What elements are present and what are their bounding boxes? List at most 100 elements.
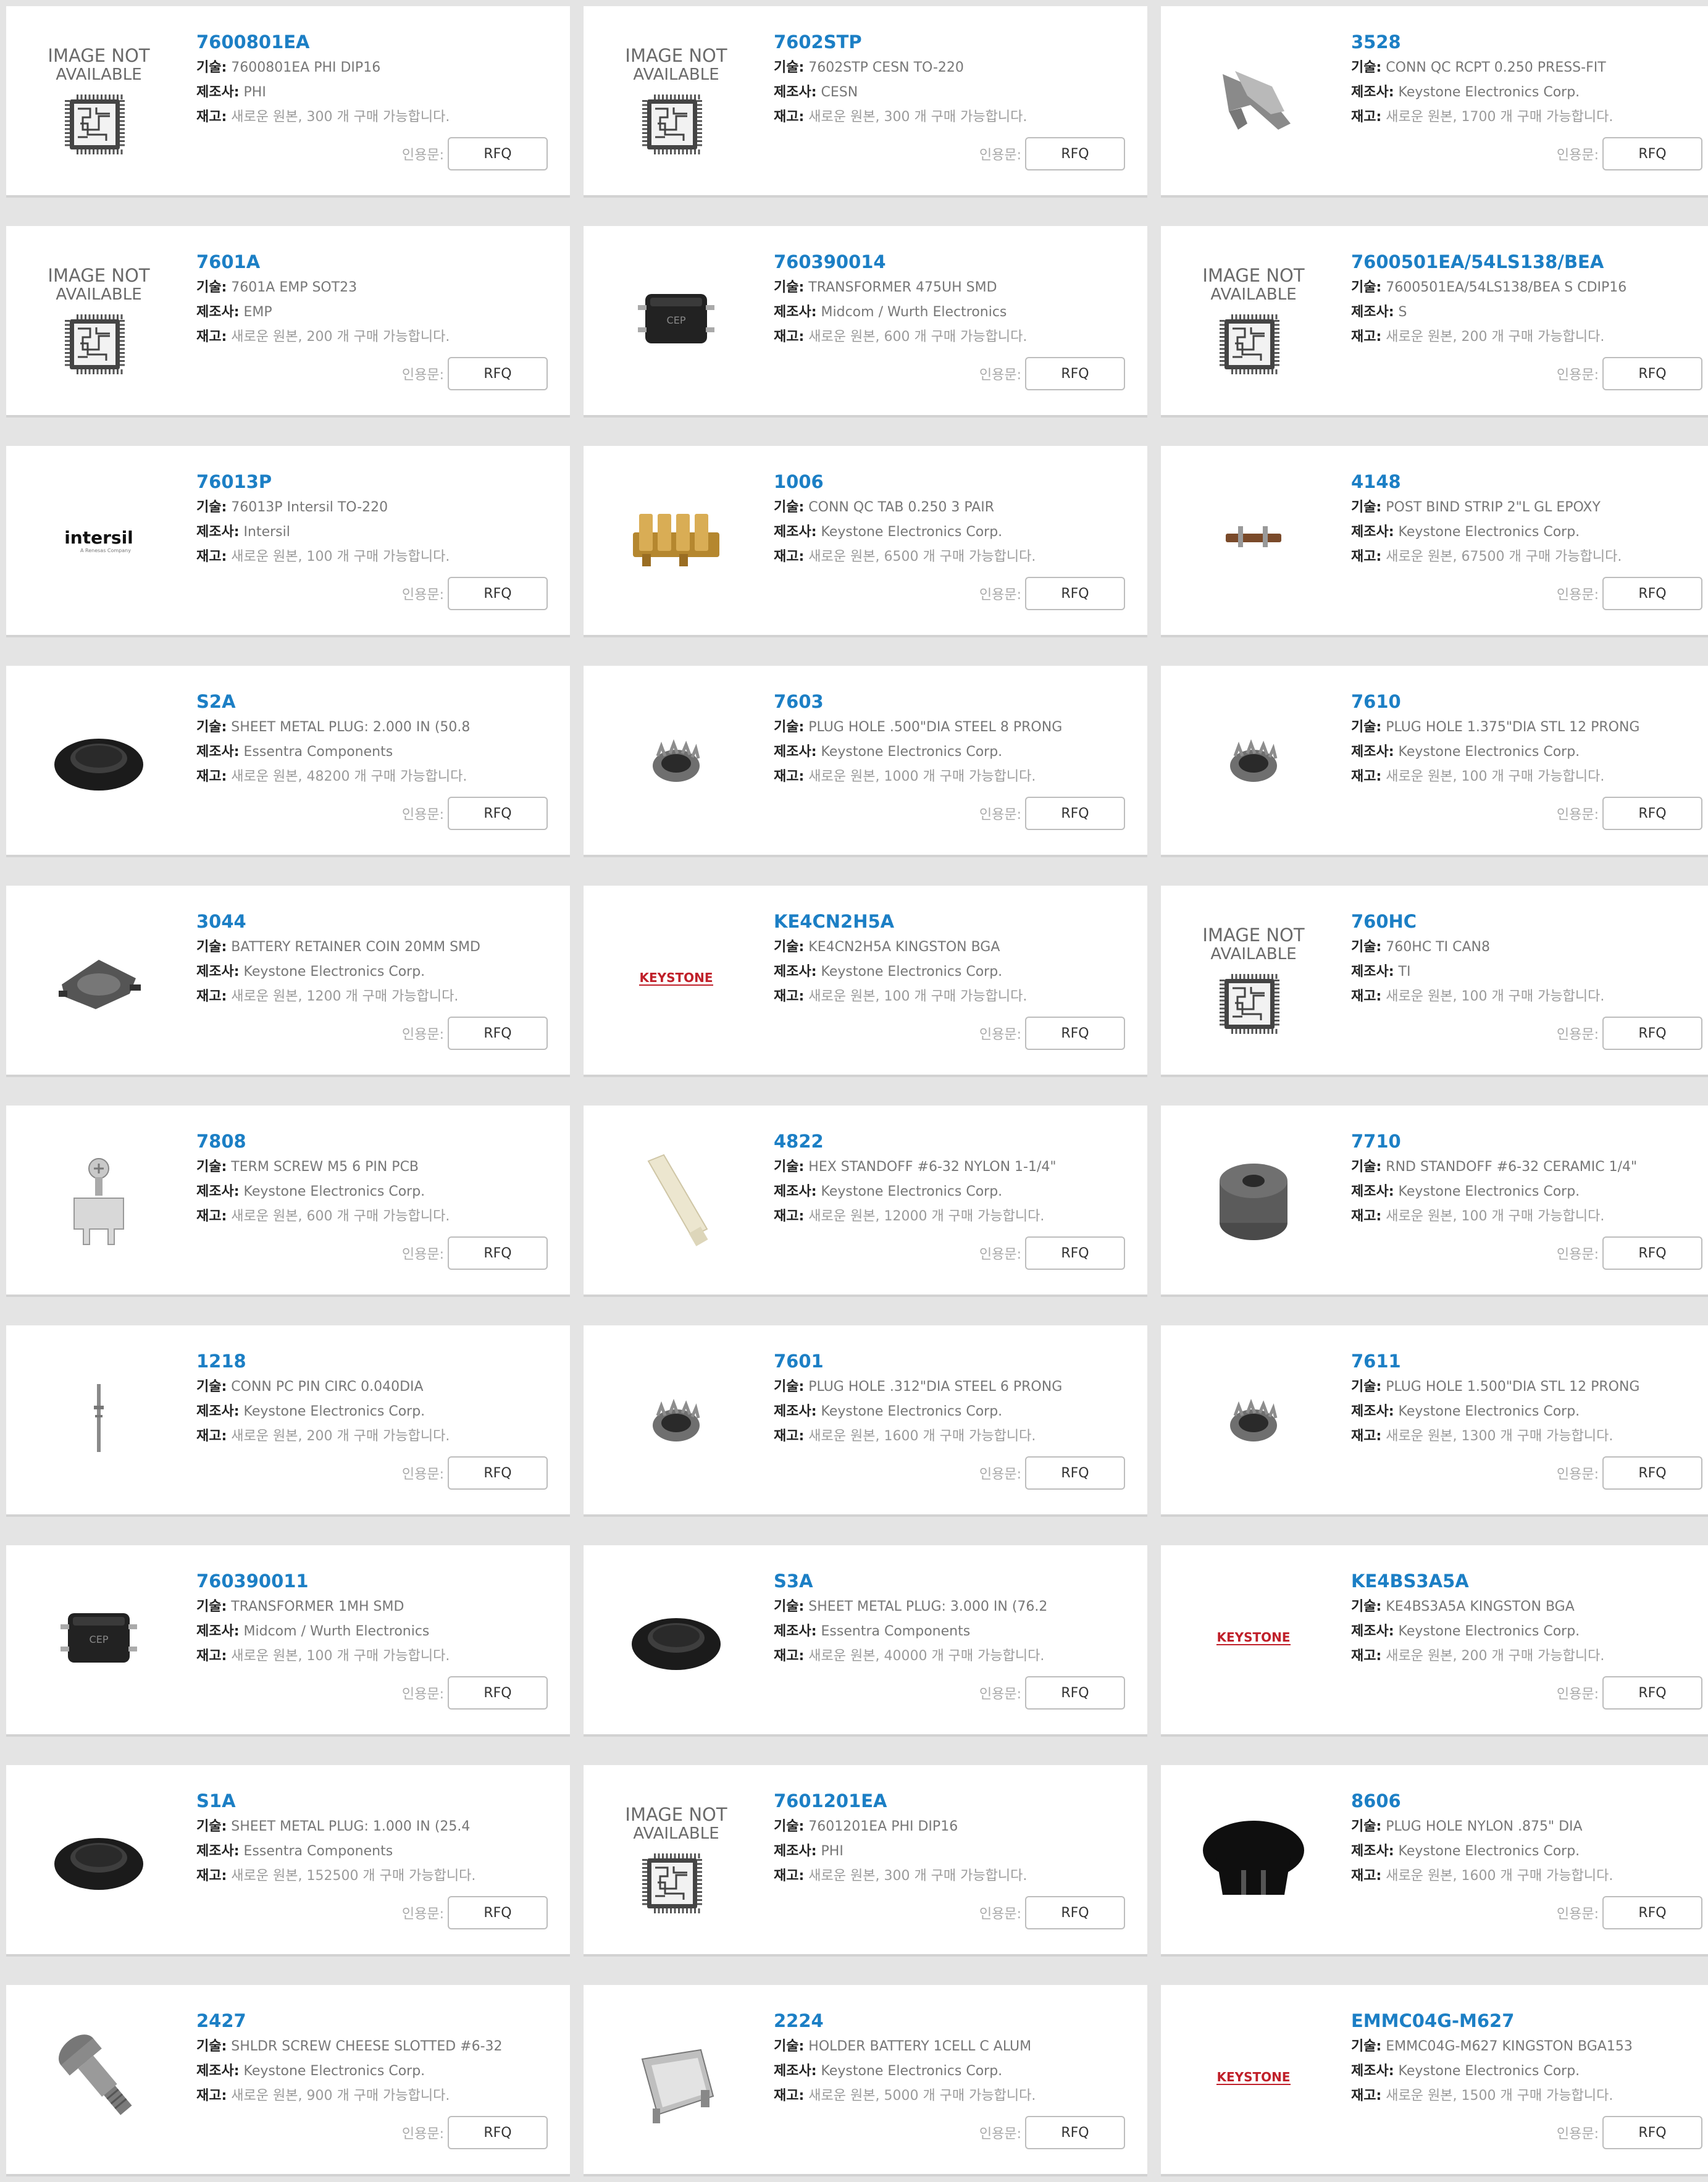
rfq-button[interactable]: RFQ xyxy=(1025,357,1125,390)
product-image[interactable] xyxy=(33,2012,164,2143)
part-number-link[interactable]: 7601 xyxy=(774,1348,1135,1375)
product-image[interactable]: IMAGE NOT AVAILABLE xyxy=(1188,253,1319,384)
part-number-link[interactable]: 2427 xyxy=(196,2007,558,2034)
rfq-button[interactable]: RFQ xyxy=(448,357,548,390)
product-image[interactable] xyxy=(33,1792,164,1923)
product-image[interactable]: CEP xyxy=(611,253,742,384)
product-image[interactable] xyxy=(611,1133,742,1264)
part-number-link[interactable]: 7808 xyxy=(196,1128,558,1155)
rfq-button[interactable]: RFQ xyxy=(1025,2116,1125,2149)
product-image[interactable] xyxy=(1188,1353,1319,1483)
part-number-link[interactable]: 4822 xyxy=(774,1128,1135,1155)
part-number-link[interactable]: 3528 xyxy=(1351,28,1708,56)
part-number-link[interactable]: EMMC04G-M627 xyxy=(1351,2007,1708,2034)
rfq-button[interactable]: RFQ xyxy=(448,1236,548,1270)
description-row: 기술: SHLDR SCREW CHEESE SLOTTED #6-32 xyxy=(196,2034,558,2059)
product-image[interactable] xyxy=(1188,1133,1319,1264)
part-number-link[interactable]: KE4CN2H5A xyxy=(774,908,1135,935)
product-card: 4148 기술: POST BIND STRIP 2"L GL EPOXY 제조… xyxy=(1161,446,1708,637)
rfq-button[interactable]: RFQ xyxy=(448,1456,548,1490)
rfq-button[interactable]: RFQ xyxy=(1602,1896,1702,1929)
part-number-link[interactable]: 1006 xyxy=(774,468,1135,495)
product-image[interactable] xyxy=(1188,473,1319,604)
part-number-link[interactable]: 7601A xyxy=(196,248,558,275)
manufacturer-label: 제조사: xyxy=(774,304,817,320)
product-image[interactable] xyxy=(611,473,742,604)
part-number-link[interactable]: S3A xyxy=(774,1567,1135,1595)
description-value: KE4BS3A5A KINGSTON BGA xyxy=(1386,1599,1575,1614)
rfq-button[interactable]: RFQ xyxy=(448,137,548,170)
part-number-link[interactable]: 1218 xyxy=(196,1348,558,1375)
rfq-button[interactable]: RFQ xyxy=(1025,577,1125,610)
part-number-link[interactable]: S1A xyxy=(196,1787,558,1815)
part-number-link[interactable]: 760390011 xyxy=(196,1567,558,1595)
rfq-button[interactable]: RFQ xyxy=(1602,1236,1702,1270)
rfq-button[interactable]: RFQ xyxy=(1025,1896,1125,1929)
rfq-button[interactable]: RFQ xyxy=(1025,1236,1125,1270)
rfq-button[interactable]: RFQ xyxy=(448,577,548,610)
manufacturer-label: 제조사: xyxy=(1351,524,1394,540)
rfq-button[interactable]: RFQ xyxy=(1025,1676,1125,1710)
part-number-link[interactable]: 76013P xyxy=(196,468,558,495)
part-number-link[interactable]: 7601201EA xyxy=(774,1787,1135,1815)
product-image[interactable]: CEP xyxy=(33,1572,164,1703)
part-number-link[interactable]: 7603 xyxy=(774,688,1135,715)
part-number-link[interactable]: 760HC xyxy=(1351,908,1708,935)
part-number-link[interactable]: S2A xyxy=(196,688,558,715)
receptacle-icon xyxy=(1223,71,1291,130)
product-image[interactable]: IMAGE NOT AVAILABLE xyxy=(611,33,742,164)
rfq-button[interactable]: RFQ xyxy=(1602,1676,1702,1710)
part-number-link[interactable]: 7600501EA/54LS138/BEA xyxy=(1351,248,1708,275)
product-image[interactable] xyxy=(33,1133,164,1264)
product-image[interactable]: intersil A Renesas Company xyxy=(33,473,164,604)
product-image[interactable]: IMAGE NOT AVAILABLE xyxy=(33,33,164,164)
product-image[interactable] xyxy=(1188,693,1319,824)
part-number-link[interactable]: 2224 xyxy=(774,2007,1135,2034)
part-number-link[interactable]: 7710 xyxy=(1351,1128,1708,1155)
rfq-button[interactable]: RFQ xyxy=(1602,357,1702,390)
part-number-link[interactable]: 7600801EA xyxy=(196,28,558,56)
rfq-button[interactable]: RFQ xyxy=(448,1896,548,1929)
rfq-button[interactable]: RFQ xyxy=(1602,577,1702,610)
product-card: 4822 기술: HEX STANDOFF #6-32 NYLON 1-1/4"… xyxy=(584,1106,1147,1297)
part-number-link[interactable]: 3044 xyxy=(196,908,558,935)
product-image[interactable]: KEYSTONE xyxy=(1188,1572,1319,1703)
rfq-button[interactable]: RFQ xyxy=(1602,1456,1702,1490)
rfq-button[interactable]: RFQ xyxy=(1602,2116,1702,2149)
rfq-button[interactable]: RFQ xyxy=(1602,797,1702,830)
rfq-button[interactable]: RFQ xyxy=(448,797,548,830)
product-image[interactable] xyxy=(611,1572,742,1703)
product-image[interactable]: KEYSTONE xyxy=(1188,2012,1319,2143)
product-image[interactable] xyxy=(33,693,164,824)
product-image[interactable] xyxy=(1188,33,1319,164)
product-image[interactable] xyxy=(611,2012,742,2143)
product-image[interactable] xyxy=(33,913,164,1044)
product-image[interactable]: IMAGE NOT AVAILABLE xyxy=(1188,913,1319,1044)
rfq-button[interactable]: RFQ xyxy=(1025,1456,1125,1490)
rfq-button[interactable]: RFQ xyxy=(448,1017,548,1050)
part-number-link[interactable]: 4148 xyxy=(1351,468,1708,495)
part-number-link[interactable]: 8606 xyxy=(1351,1787,1708,1815)
part-number-link[interactable]: 7611 xyxy=(1351,1348,1708,1375)
product-image[interactable] xyxy=(611,1353,742,1483)
part-number-link[interactable]: 7610 xyxy=(1351,688,1708,715)
product-image[interactable] xyxy=(33,1353,164,1483)
product-image[interactable]: KEYSTONE xyxy=(611,913,742,1044)
rfq-button[interactable]: RFQ xyxy=(1602,137,1702,170)
part-number-link[interactable]: 7602STP xyxy=(774,28,1135,56)
part-number-link[interactable]: 760390014 xyxy=(774,248,1135,275)
rfq-button[interactable]: RFQ xyxy=(1025,137,1125,170)
rfq-button[interactable]: RFQ xyxy=(1602,1017,1702,1050)
product-image[interactable] xyxy=(611,693,742,824)
manufacturer-value: Keystone Electronics Corp. xyxy=(1398,1184,1580,1199)
product-image[interactable] xyxy=(1188,1792,1319,1923)
product-image[interactable]: IMAGE NOT AVAILABLE xyxy=(611,1792,742,1923)
rfq-button[interactable]: RFQ xyxy=(448,1676,548,1710)
part-number-link[interactable]: KE4BS3A5A xyxy=(1351,1567,1708,1595)
rfq-button[interactable]: RFQ xyxy=(448,2116,548,2149)
quote-area: 인용문: RFQ xyxy=(402,1456,548,1490)
rfq-button[interactable]: RFQ xyxy=(1025,797,1125,830)
product-image[interactable]: IMAGE NOT AVAILABLE xyxy=(33,253,164,384)
manufacturer-row: 제조사: Essentra Components xyxy=(196,740,558,765)
rfq-button[interactable]: RFQ xyxy=(1025,1017,1125,1050)
